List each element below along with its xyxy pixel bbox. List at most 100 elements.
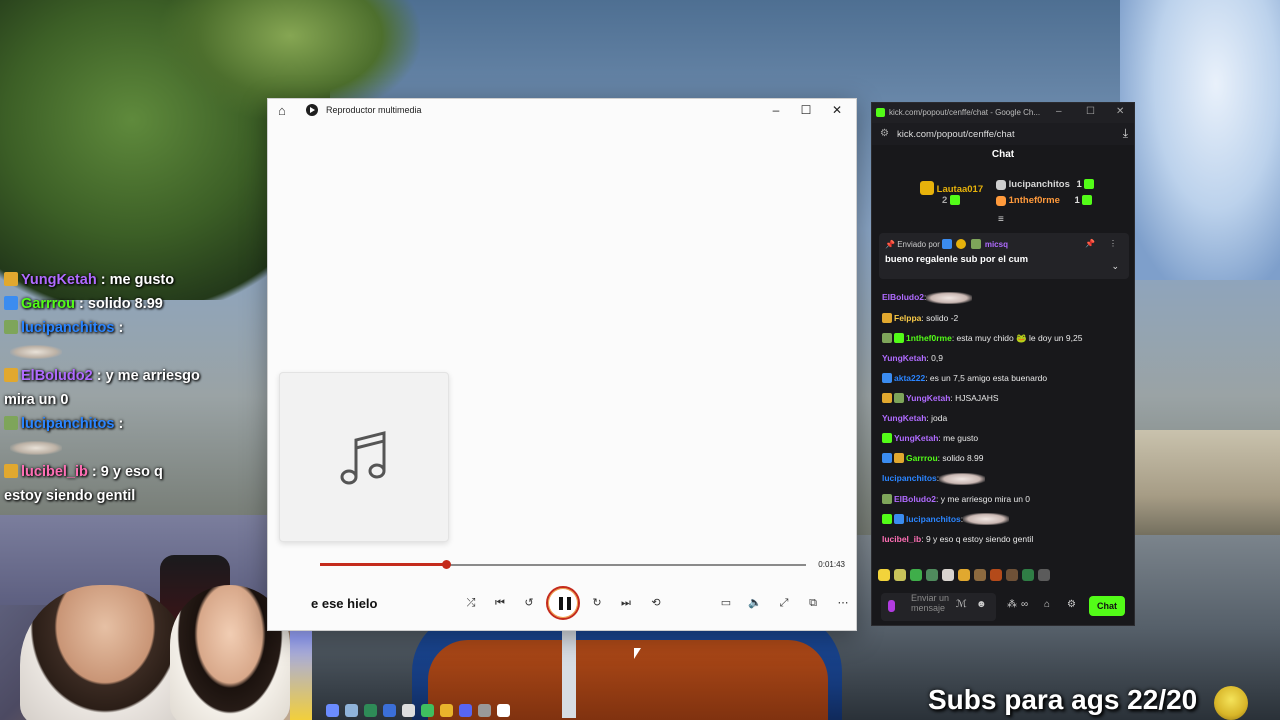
taskbar-app-icon[interactable]: [421, 703, 434, 717]
emote-bar: [878, 569, 1128, 583]
translate-icon[interactable]: ℳ: [956, 599, 967, 610]
overlay-chat-line: lucibel_ib : 9 y eso q: [4, 460, 264, 484]
chat-username[interactable]: akta222: [894, 373, 925, 383]
kick-logo-icon: [876, 108, 885, 117]
minimize-button[interactable]: –: [762, 101, 790, 119]
chat-username[interactable]: YungKetah: [882, 413, 926, 423]
next-icon[interactable]: ⏭: [615, 592, 637, 614]
forward-30-icon[interactable]: ↻: [586, 592, 608, 614]
pause-button[interactable]: [546, 586, 580, 620]
maximize-button[interactable]: ☐: [792, 101, 820, 119]
chat-username[interactable]: Garrrou: [906, 453, 938, 463]
seek-handle[interactable]: [442, 560, 452, 569]
emote-icon[interactable]: [878, 569, 890, 581]
unpin-icon[interactable]: 📌: [1085, 239, 1095, 248]
pinned-by-user[interactable]: micsq: [985, 240, 1008, 249]
emote-icon[interactable]: [1006, 569, 1018, 581]
chat-message: Felppa: solido -2: [882, 312, 1130, 324]
chat-popout-window: kick.com/popout/cenffe/chat - Google Ch.…: [871, 102, 1135, 626]
chat-username[interactable]: ElBoludo2: [894, 494, 936, 504]
chat-username[interactable]: ElBoludo2: [882, 292, 924, 302]
emote-icon[interactable]: [894, 569, 906, 581]
chat-message-text: : es un 7,5 amigo esta buenardo: [925, 372, 1048, 383]
subs-banner: Subs para ags 22/20: [928, 684, 1198, 715]
overlay-message-text: mira un 0: [4, 392, 69, 408]
repeat-icon[interactable]: ⟲: [645, 592, 667, 614]
chat-message: lucipanchitos:: [882, 472, 1130, 485]
more-options-icon[interactable]: ⋯: [832, 592, 854, 614]
store-icon[interactable]: ⌂: [1044, 599, 1050, 610]
kick-emotes-icon[interactable]: ⁂: [1007, 599, 1017, 610]
taskbar-app-icon[interactable]: [478, 703, 491, 717]
maximize-button[interactable]: ☐: [1086, 106, 1095, 117]
chat-message: lucibel_ib: 9 y eso q estoy siendo genti…: [882, 533, 1130, 545]
chat-username[interactable]: YungKetah: [882, 353, 926, 363]
emote-icon[interactable]: [926, 569, 938, 581]
chevron-down-icon[interactable]: ⌄: [1111, 261, 1119, 272]
emote-icon: [10, 441, 62, 456]
rewind-10-icon[interactable]: ↺: [518, 592, 540, 614]
chat-username[interactable]: lucipanchitos: [882, 473, 937, 483]
pinned-more-icon[interactable]: ⋮: [1109, 239, 1117, 248]
address-bar[interactable]: ⚙ kick.com/popout/cenffe/chat ⤓: [872, 123, 1134, 145]
chat-username[interactable]: Felppa: [894, 313, 921, 323]
emote-icon[interactable]: [1038, 569, 1050, 581]
close-button[interactable]: ✕: [823, 101, 851, 119]
chat-badge-icon: [894, 452, 904, 463]
send-chat-button[interactable]: Chat: [1089, 596, 1125, 616]
emote-icon[interactable]: [910, 569, 922, 581]
chat-badge-icon: [882, 513, 892, 524]
emote-icon[interactable]: [990, 569, 1002, 581]
chat-username[interactable]: 1nthef0rme: [906, 333, 952, 343]
chat-username[interactable]: YungKetah: [906, 393, 950, 403]
home-icon[interactable]: ⌂: [278, 103, 286, 118]
chat-message-text: : 9 y eso q estoy siendo gentil: [921, 534, 1034, 545]
captions-icon[interactable]: ▭: [715, 592, 737, 614]
expand-leaderboard-icon[interactable]: ≡: [998, 214, 1004, 225]
emote-icon[interactable]: [958, 569, 970, 581]
chat-message: YungKetah: me gusto: [882, 432, 1130, 444]
taskbar-app-icon[interactable]: [383, 703, 396, 717]
chat-message: YungKetah: 0,9: [882, 352, 1130, 364]
infinity-icon[interactable]: ∞: [1021, 599, 1028, 610]
taskbar-app-icon[interactable]: [326, 703, 339, 717]
taskbar-app-icon[interactable]: [364, 703, 377, 717]
taskbar-app-icon[interactable]: [402, 703, 415, 717]
discord-icon[interactable]: [459, 703, 472, 717]
chat-message-text: : y me arriesgo mira un 0: [936, 493, 1031, 504]
emoji-icon[interactable]: ☻: [976, 599, 987, 610]
site-settings-icon[interactable]: ⚙: [880, 128, 889, 139]
media-player-taskbar-icon[interactable]: [497, 703, 510, 717]
previous-icon[interactable]: ⏮: [489, 592, 511, 614]
background-sky: [1120, 0, 1280, 280]
emote-icon[interactable]: [1022, 569, 1034, 581]
chat-badge-icon: [4, 296, 18, 310]
pepper-badge-icon: [970, 239, 981, 249]
fullscreen-icon[interactable]: ⤢: [773, 592, 795, 614]
chat-message-input[interactable]: Enviar un mensaje ℳ ☻: [881, 593, 996, 621]
overlay-username: lucibel_ib: [21, 464, 88, 480]
chat-username[interactable]: YungKetah: [894, 433, 938, 443]
chat-username[interactable]: lucipanchitos: [906, 514, 961, 524]
miniplayer-icon[interactable]: ⧉: [802, 592, 824, 614]
emote-icon[interactable]: [974, 569, 986, 581]
close-button[interactable]: ✕: [1116, 106, 1124, 117]
taskbar-app-icon[interactable]: [345, 703, 358, 717]
chrome-icon[interactable]: [440, 703, 453, 717]
emote-icon[interactable]: [942, 569, 954, 581]
rank-3-badge-icon: [996, 196, 1006, 206]
chat-message-text: : joda: [926, 412, 948, 423]
media-player-window: ⌂ Reproductor multimedia – ☐ ✕ 0:01:43 e…: [267, 98, 857, 631]
microphone-icon[interactable]: [888, 600, 895, 612]
shuffle-icon[interactable]: ⤮: [460, 592, 482, 614]
overlay-chat: YungKetah : me gusto Garrrou : solido 8.9…: [4, 268, 264, 508]
overlay-username: lucipanchitos: [21, 416, 115, 432]
overlay-chat-line: lucipanchitos :: [4, 412, 264, 460]
settings-gear-icon[interactable]: ⚙: [1067, 599, 1076, 610]
chat-username[interactable]: lucibel_ib: [882, 534, 921, 544]
pinned-by-label: Enviado por: [897, 240, 940, 249]
minimize-button[interactable]: –: [1056, 106, 1062, 117]
chat-window-title: kick.com/popout/cenffe/chat - Google Ch.…: [889, 108, 1041, 117]
volume-icon[interactable]: 🔈: [744, 592, 766, 614]
download-icon[interactable]: ⤓: [1123, 126, 1128, 141]
